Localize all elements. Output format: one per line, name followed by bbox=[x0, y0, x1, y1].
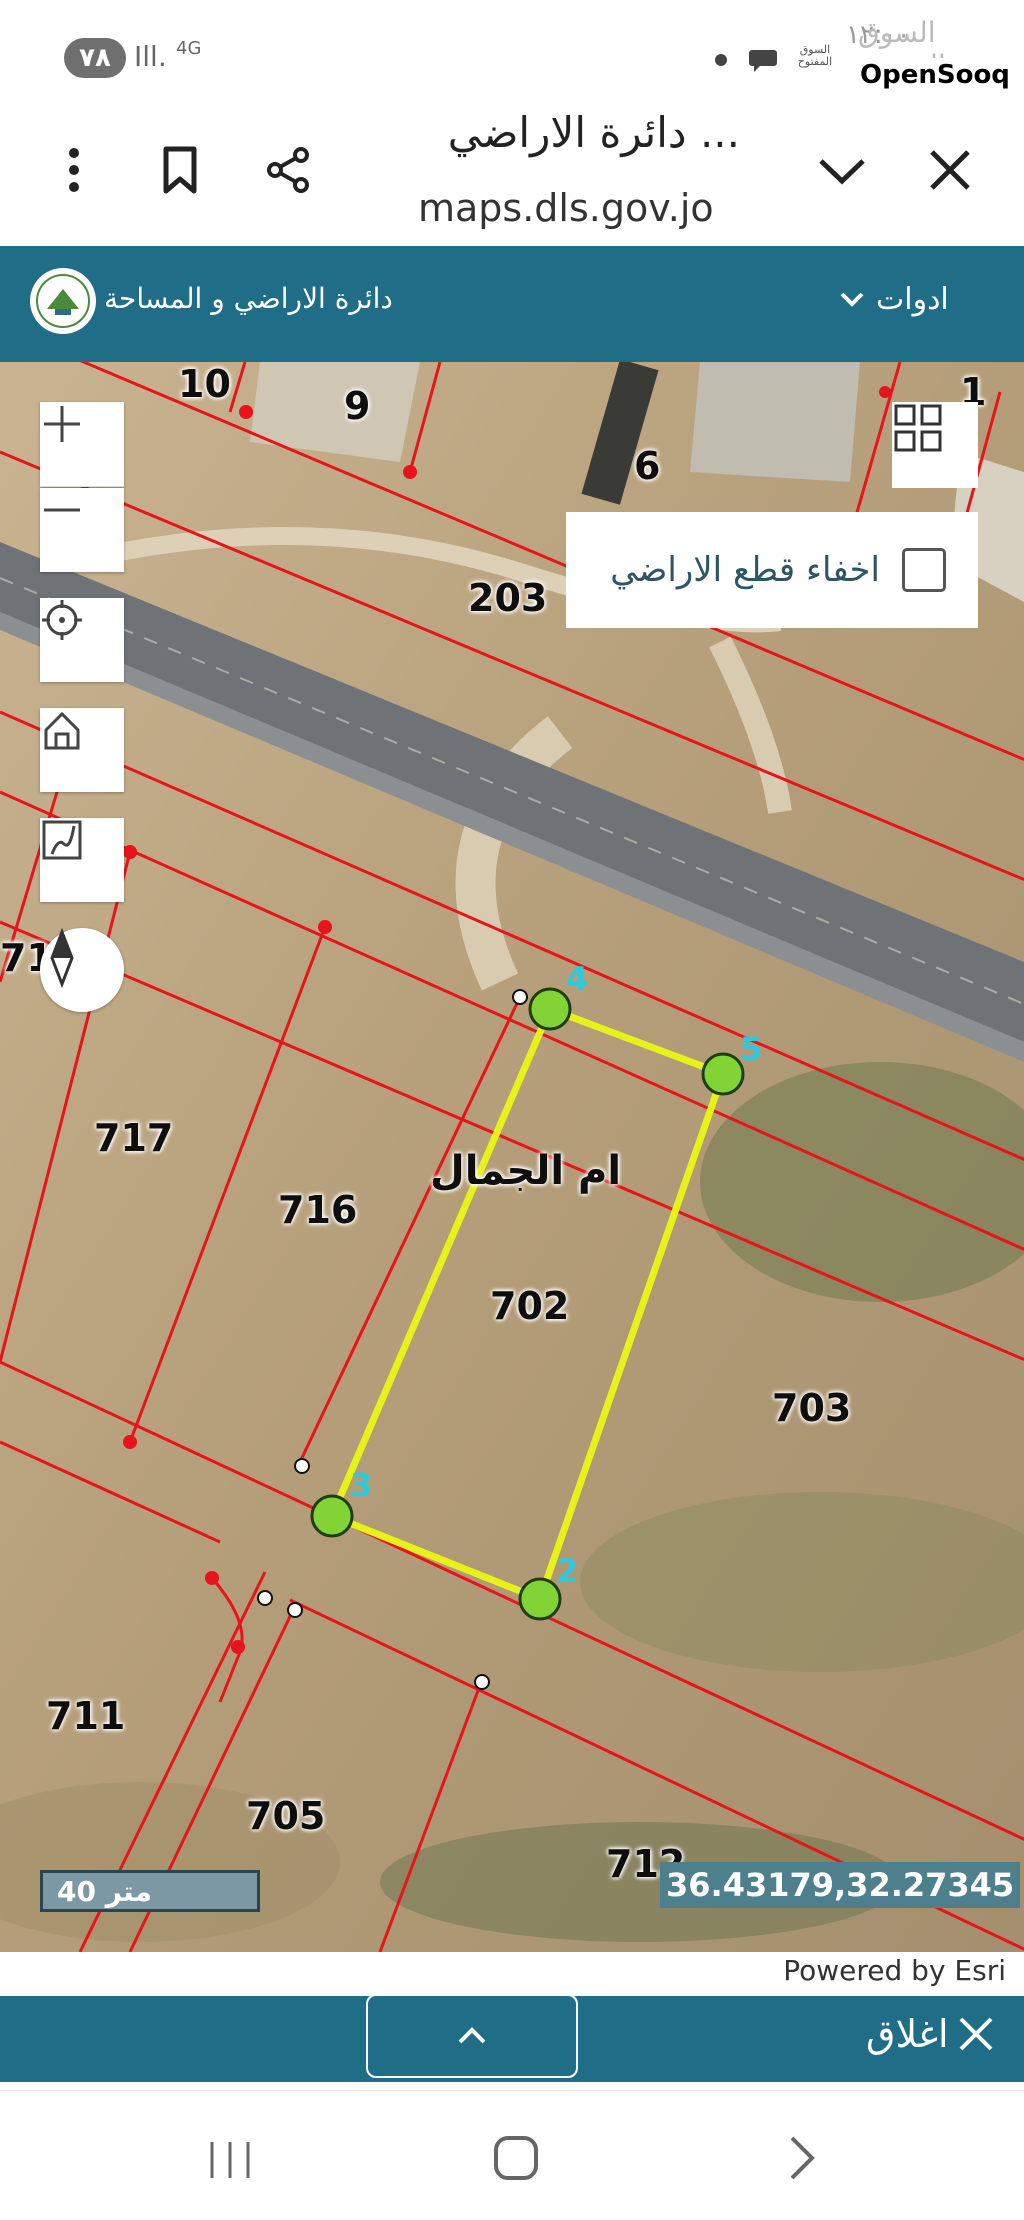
parcel-number: 10 bbox=[178, 362, 231, 406]
scale-bar: 40 متر bbox=[40, 1870, 260, 1912]
notification-dot-icon bbox=[715, 54, 727, 66]
battery-indicator: ٧٨ bbox=[64, 38, 126, 78]
more-vert-icon[interactable] bbox=[44, 140, 104, 200]
expand-panel-button[interactable] bbox=[366, 1994, 578, 2078]
home-button[interactable] bbox=[40, 708, 124, 792]
map-icon bbox=[42, 820, 82, 860]
zoom-in-button[interactable] bbox=[40, 402, 124, 487]
tools-label: ادوات bbox=[876, 282, 949, 317]
esri-attribution: Powered by Esri bbox=[783, 1954, 1006, 1987]
village-name: ام الجمال bbox=[430, 1148, 622, 1194]
dls-logo bbox=[30, 268, 96, 334]
minus-icon bbox=[44, 508, 80, 512]
chevron-down-icon[interactable] bbox=[812, 140, 872, 200]
parcel-number: 716 bbox=[278, 1188, 358, 1232]
vertex-4-icon bbox=[528, 987, 572, 1031]
parcel-number: 9 bbox=[344, 384, 371, 428]
recent-apps-button[interactable] bbox=[204, 2138, 256, 2186]
parcel-number: 705 bbox=[246, 1794, 326, 1838]
recent-apps-icon bbox=[210, 2142, 250, 2178]
opensooq-watermark: OpenSooq bbox=[852, 58, 1018, 92]
home-nav-button[interactable] bbox=[492, 2134, 540, 2186]
vertex-3-icon bbox=[310, 1494, 354, 1538]
crosshair-icon bbox=[42, 600, 82, 640]
home-icon bbox=[44, 711, 80, 750]
parcel-number: 702 bbox=[490, 1284, 570, 1328]
parcel-number: 703 bbox=[772, 1386, 852, 1430]
share-icon[interactable] bbox=[258, 140, 318, 200]
close-panel-label: اغلاق bbox=[866, 2012, 949, 2056]
vertex-label: 4 bbox=[566, 960, 589, 998]
tools-menu[interactable]: ادوات bbox=[840, 282, 949, 317]
network-type: 4G bbox=[176, 38, 202, 59]
back-nav-button[interactable] bbox=[784, 2134, 820, 2186]
compass-button[interactable] bbox=[40, 928, 124, 1012]
close-icon bbox=[959, 2017, 993, 2051]
plus-icon bbox=[44, 406, 80, 442]
chevron-up-icon bbox=[458, 2027, 486, 2044]
chat-icon bbox=[749, 50, 777, 72]
grid-icon bbox=[894, 404, 942, 452]
sooq-badge: السوق المفتوح bbox=[797, 43, 833, 68]
locate-button[interactable] bbox=[40, 598, 124, 682]
department-title: دائرة الاراضي و المساحة bbox=[104, 282, 393, 315]
chevron-down-icon bbox=[840, 292, 864, 307]
basemap-button[interactable] bbox=[40, 818, 124, 902]
close-panel-button[interactable]: اغلاق bbox=[866, 2012, 995, 2056]
chevron-right-icon bbox=[790, 2136, 815, 2180]
parcel-number: 203 bbox=[468, 576, 548, 620]
hide-parcels-panel[interactable]: اخفاء قطع الاراضي bbox=[566, 512, 978, 628]
map-view[interactable]: 4 5 3 2 10 9 6 1 203 71 717 716 702 703 … bbox=[0, 362, 1024, 1952]
coordinate-readout: 36.43179,32.27345 bbox=[660, 1862, 1021, 1908]
parcel-number: 711 bbox=[46, 1694, 126, 1738]
vertex-label: 3 bbox=[350, 1466, 373, 1504]
page-title: دائرة الاراضي ... bbox=[447, 108, 740, 157]
vertex-label: 2 bbox=[556, 1552, 579, 1590]
hide-parcels-checkbox[interactable] bbox=[902, 548, 946, 592]
vertex-label: 5 bbox=[740, 1030, 763, 1068]
compass-icon bbox=[50, 928, 74, 988]
zoom-out-button[interactable] bbox=[40, 488, 124, 572]
hide-parcels-label: اخفاء قطع الاراضي bbox=[610, 550, 880, 590]
vertex-2-icon bbox=[518, 1577, 562, 1621]
page-url[interactable]: maps.dls.gov.jo bbox=[418, 186, 714, 230]
bookmark-icon[interactable] bbox=[150, 140, 210, 200]
parcel-number: 6 bbox=[634, 444, 661, 488]
vertex-5-icon bbox=[701, 1052, 745, 1096]
grid-toggle-button[interactable] bbox=[892, 402, 978, 488]
signal-icon: Ill. bbox=[134, 40, 167, 73]
home-nav-icon bbox=[494, 2136, 538, 2180]
close-icon[interactable] bbox=[920, 140, 980, 200]
parcel-number: 717 bbox=[94, 1116, 174, 1160]
